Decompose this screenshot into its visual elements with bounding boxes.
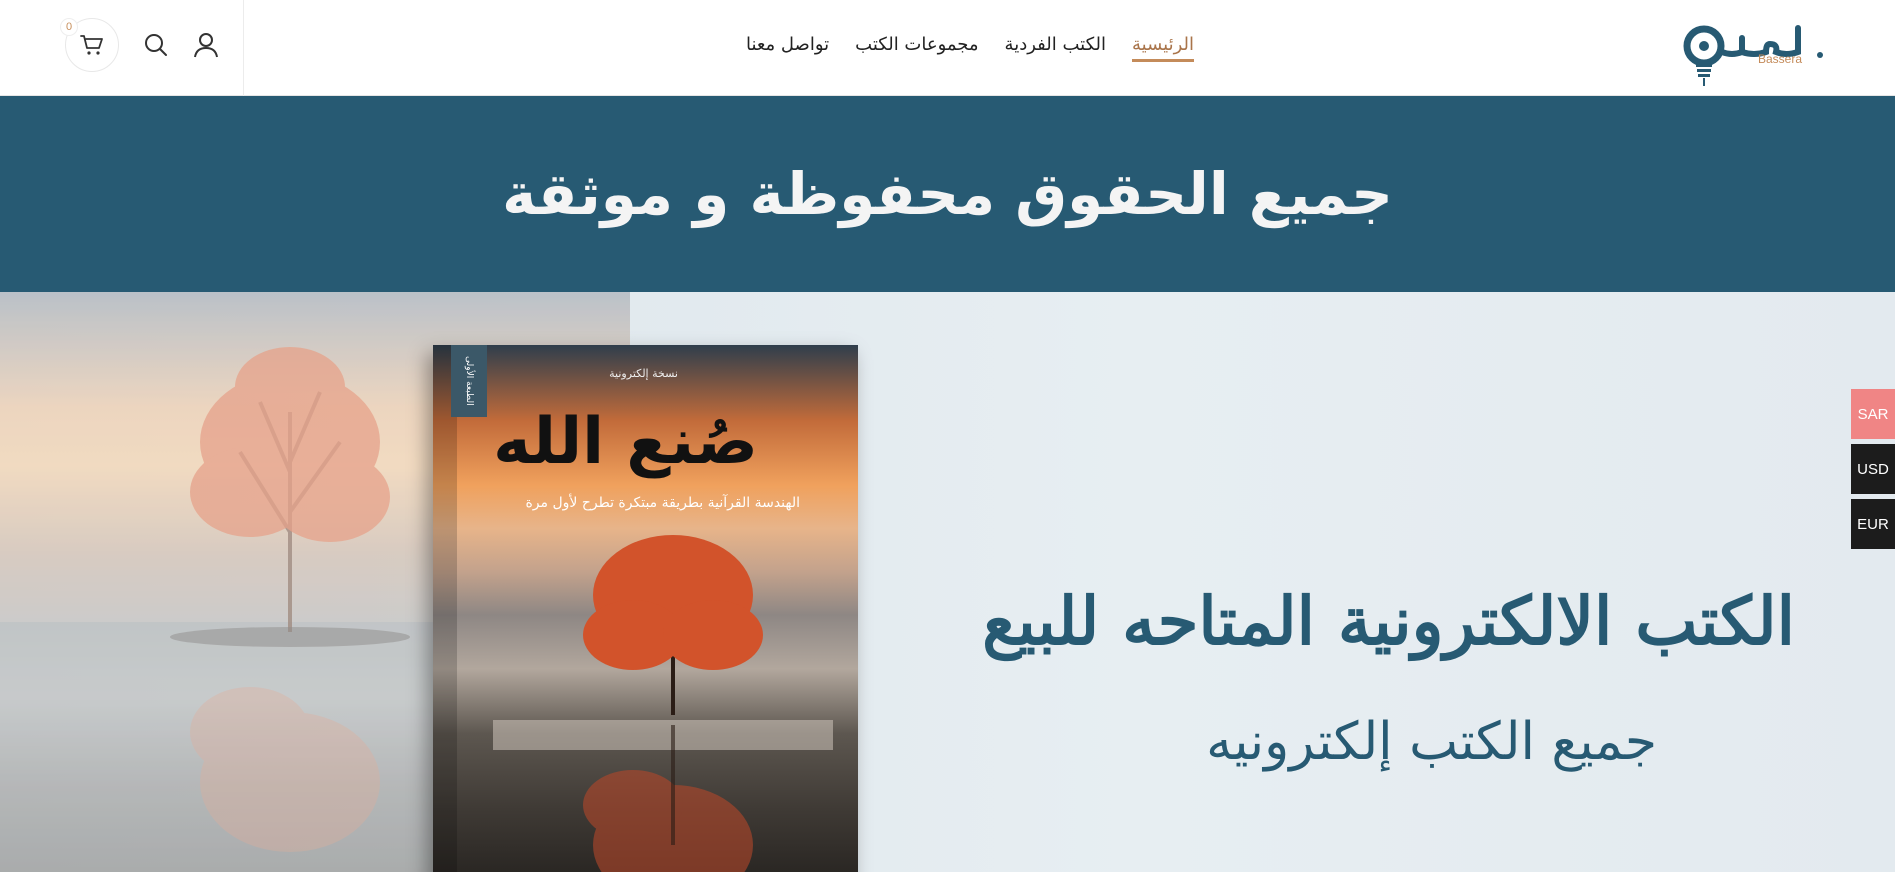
search-icon xyxy=(145,34,167,56)
logo-lightbulb-icon xyxy=(1683,25,1823,86)
nav-contact[interactable]: تواصل معنا xyxy=(746,34,829,62)
account-button[interactable] xyxy=(189,28,223,62)
hero-section: الطبعة الأولى نسخة إلكترونية صُنع الله ا… xyxy=(0,292,1895,872)
currency-eur[interactable]: EUR xyxy=(1851,499,1895,549)
book-tag: نسخة إلكترونية xyxy=(609,367,678,380)
book-title: صُنع الله xyxy=(493,405,758,479)
main-nav: الرئيسية الكتب الفردية مجموعات الكتب توا… xyxy=(706,34,1194,62)
book-cover[interactable]: الطبعة الأولى نسخة إلكترونية صُنع الله ا… xyxy=(433,345,858,872)
book-subtitle: الهندسة القرآنية بطريقة مبتكرة تطرح لأول… xyxy=(525,495,800,511)
currency-usd[interactable]: USD xyxy=(1851,444,1895,494)
rights-banner: جميع الحقوق محفوظة و موثقة xyxy=(0,96,1895,292)
nav-book-collections[interactable]: مجموعات الكتب xyxy=(855,34,978,62)
hero-subheadline: جميع الكتب إلكترونيه xyxy=(1206,712,1657,772)
site-header: 0 الرئيسية الكتب الفردية مجموعات الكتب ت… xyxy=(0,0,1895,96)
header-divider xyxy=(243,0,244,96)
user-icon xyxy=(194,33,218,58)
nav-single-books[interactable]: الكتب الفردية xyxy=(1005,34,1106,62)
site-logo[interactable]: Bassera xyxy=(1682,12,1827,92)
banner-title: جميع الحقوق محفوظة و موثقة xyxy=(502,160,1393,228)
book-tree-illustration xyxy=(493,535,833,872)
cart-icon xyxy=(80,35,103,55)
cart-count-badge: 0 xyxy=(60,18,78,36)
logo-latin-text: Bassera xyxy=(1758,52,1803,66)
search-button[interactable] xyxy=(139,28,173,62)
currency-sar[interactable]: SAR xyxy=(1851,389,1895,439)
nav-home[interactable]: الرئيسية xyxy=(1132,34,1194,62)
hero-headline: الكتب الالكترونية المتاحه للبيع xyxy=(982,582,1795,660)
